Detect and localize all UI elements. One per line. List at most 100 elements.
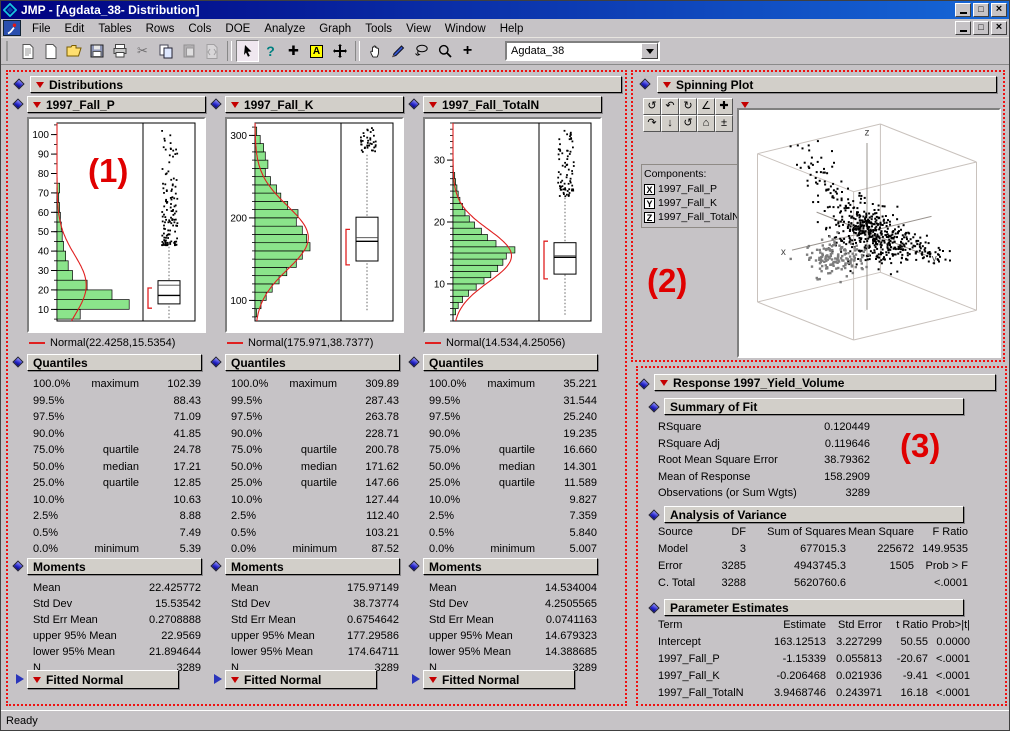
annotate-icon[interactable]: A [305,40,328,62]
summary-of-fit-header[interactable]: Summary of Fit [664,398,964,415]
crosshair-tool-icon[interactable]: ✚ [282,40,305,62]
parameter-estimates-header[interactable]: Parameter Estimates [664,599,964,616]
tilt-up-icon[interactable]: ↶ [661,98,679,115]
spinning-plot-header[interactable]: Spinning Plot [657,76,997,93]
disclosure-icon[interactable] [648,602,659,613]
magnifier-icon[interactable] [433,40,456,62]
menu-view[interactable]: View [399,21,438,37]
menu-file[interactable]: File [25,21,58,37]
column-header-1997_Fall_K[interactable]: 1997_Fall_K [225,96,404,113]
restore-button[interactable]: □ [973,21,989,35]
menu-tables[interactable]: Tables [91,21,138,37]
jmp-man-icon[interactable] [3,20,21,36]
red-triangle-icon[interactable] [33,677,41,683]
moments-header[interactable]: Moments [27,558,202,575]
copy-icon[interactable] [154,40,177,62]
disclosure-icon[interactable] [648,401,659,412]
menu-cols[interactable]: Cols [181,21,218,37]
lasso-tool-icon[interactable] [410,40,433,62]
print-icon[interactable] [108,40,131,62]
combo-dropdown-icon[interactable] [641,43,658,59]
disclosure-icon[interactable] [639,78,650,89]
disclosure-icon[interactable] [210,560,221,571]
disclosure-icon[interactable] [12,560,23,571]
menu-tools[interactable]: Tools [358,21,399,37]
close-button[interactable]: × [991,21,1007,35]
distributions-header[interactable]: Distributions [30,76,622,93]
red-triangle-icon[interactable] [231,102,239,108]
red-triangle-icon[interactable] [36,82,44,88]
minimize-button[interactable] [955,3,971,17]
restore-button[interactable]: □ [973,3,989,17]
disclosure-collapsed-icon[interactable] [16,674,24,684]
tilt-down-icon[interactable]: ↓ [661,115,679,132]
toolbar-grip[interactable] [6,41,11,61]
menu-graph[interactable]: Graph [312,21,358,37]
select-arrow-icon[interactable] [236,40,259,62]
new-window-icon[interactable] [39,40,62,62]
disclosure-icon[interactable] [12,98,23,109]
save-icon[interactable] [85,40,108,62]
quantiles-header[interactable]: Quantiles [423,354,598,371]
home-icon[interactable]: ⌂ [697,115,715,132]
quantiles-header[interactable]: Quantiles [225,354,400,371]
menu-help[interactable]: Help [493,21,531,37]
zoom-icon[interactable]: ± [715,115,733,132]
close-button[interactable]: × [991,3,1007,17]
disclosure-collapsed-icon[interactable] [214,674,222,684]
menu-analyze[interactable]: Analyze [257,21,312,37]
fitted-normal-header[interactable]: Fitted Normal [27,670,179,689]
help-icon[interactable]: ? [259,40,282,62]
pitch-icon[interactable]: ∠ [697,98,715,115]
disclosure-icon[interactable] [13,78,24,89]
red-triangle-icon[interactable] [663,82,671,88]
component-x[interactable]: X1997_Fall_P [644,182,735,196]
fitted-normal-header[interactable]: Fitted Normal [225,670,377,689]
histogram-1997_Fall_K[interactable]: 100200300 [225,117,404,333]
disclosure-icon[interactable] [648,509,659,520]
disclosure-icon[interactable] [408,560,419,571]
paste-icon[interactable] [177,40,200,62]
roll-left-icon[interactable]: ↷ [643,115,661,132]
menu-edit[interactable]: Edit [58,21,92,37]
red-triangle-icon[interactable] [231,677,239,683]
column-header-1997_Fall_P[interactable]: 1997_Fall_P [27,96,206,113]
histogram-1997_Fall_TotalN[interactable]: 102030 [423,117,602,333]
red-triangle-icon[interactable] [429,102,437,108]
red-triangle-icon[interactable] [429,677,437,683]
menu-rows[interactable]: Rows [139,21,182,37]
roll-right-icon[interactable]: ↺ [679,115,697,132]
grabber-hand-icon[interactable] [364,40,387,62]
disclosure-icon[interactable] [408,98,419,109]
fitted-normal-header[interactable]: Fitted Normal [423,670,575,689]
data-table-selector[interactable]: Agdata_38 [505,41,660,61]
brush-tool-icon[interactable] [387,40,410,62]
pan-icon[interactable]: ✚ [715,98,733,115]
moments-header[interactable]: Moments [423,558,598,575]
run-script-icon[interactable] [200,40,223,62]
move-tool-icon[interactable] [328,40,351,62]
menu-doe[interactable]: DOE [218,21,257,37]
open-icon[interactable] [62,40,85,62]
menu-window[interactable]: Window [438,21,493,37]
disclosure-icon[interactable] [638,378,649,389]
spinning-plot-canvas[interactable]: xyz [737,108,1001,358]
disclosure-icon[interactable] [210,356,221,367]
plus-tool-icon[interactable]: + [456,40,479,62]
disclosure-icon[interactable] [12,356,23,367]
cut-icon[interactable]: ✂ [131,40,154,62]
histogram-1997_Fall_P[interactable]: 102030405060708090100 [27,117,206,333]
component-z[interactable]: Z1997_Fall_TotalN [644,210,735,224]
disclosure-icon[interactable] [408,356,419,367]
new-journal-icon[interactable] [16,40,39,62]
response-header[interactable]: Response 1997_Yield_Volume [654,374,996,391]
disclosure-icon[interactable] [210,98,221,109]
column-header-1997_Fall_TotalN[interactable]: 1997_Fall_TotalN [423,96,602,113]
minimize-button[interactable] [955,21,971,35]
moments-header[interactable]: Moments [225,558,400,575]
component-y[interactable]: Y1997_Fall_K [644,196,735,210]
disclosure-collapsed-icon[interactable] [412,674,420,684]
red-triangle-icon[interactable] [660,380,668,386]
anova-header[interactable]: Analysis of Variance [664,506,964,523]
rotate-right-icon[interactable]: ↻ [679,98,697,115]
